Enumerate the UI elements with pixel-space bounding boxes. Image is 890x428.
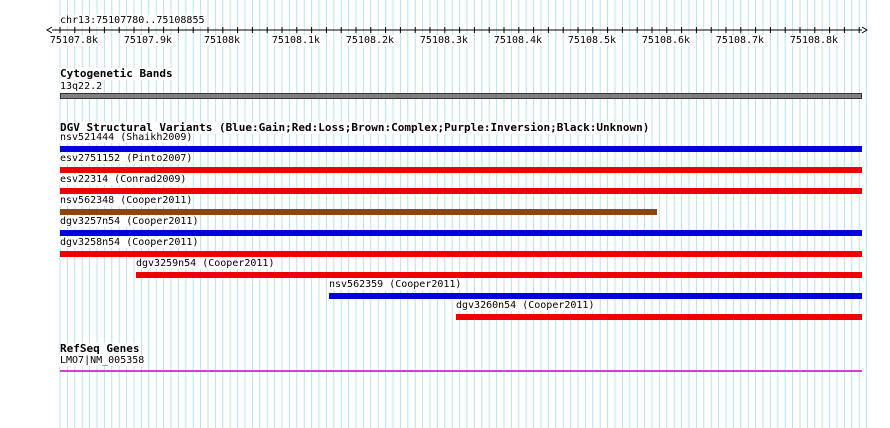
variant-label: nsv562348 (Cooper2011) [59,195,194,206]
variant-bar[interactable] [60,146,862,152]
ruler-tick-label: 75107.8k [49,35,99,46]
gene-label: LMO7|NM_005358 [59,355,146,366]
variant-label: dgv3259n54 (Cooper2011) [135,258,276,269]
ruler-right-arrow [861,26,868,34]
ruler-tick-label: 75108.2k [345,35,395,46]
variant-label: dgv3258n54 (Cooper2011) [59,237,200,248]
variant-label: nsv562359 (Cooper2011) [328,279,463,290]
ruler-tick-label: 75108.5k [567,35,617,46]
variant-label: dgv3260n54 (Cooper2011) [455,300,596,311]
cytoband-label: 13q22.2 [59,81,104,92]
ruler-tick-label: 75108.8k [789,35,839,46]
variant-bar[interactable] [329,293,862,299]
ruler-left-arrow [46,26,53,34]
variant-label: esv2751152 (Pinto2007) [59,153,194,164]
variant-label: esv22314 (Conrad2009) [59,174,188,185]
cytoband-bar[interactable] [60,93,862,99]
refseq-track-title: RefSeq Genes [60,342,140,355]
variant-bar[interactable] [456,314,862,320]
ruler-tick-label: 75107.9k [123,35,173,46]
cytoband-track-title: Cytogenetic Bands [60,67,173,80]
variant-label: dgv3257n54 (Cooper2011) [59,216,200,227]
ruler-tick-label: 75108.4k [493,35,543,46]
variant-bar[interactable] [60,251,862,257]
ruler-tick-label: 75108.1k [271,35,321,46]
variant-bar[interactable] [60,230,862,236]
variant-label: nsv521444 (Shaikh2009) [59,132,194,143]
gene-feature[interactable] [60,370,862,372]
variant-bar[interactable] [60,209,657,215]
ruler-tick-label: 75108.6k [641,35,691,46]
variant-bar[interactable] [136,272,862,278]
ruler-tick-label: 75108.3k [419,35,469,46]
ruler-tick-label: 75108.7k [715,35,765,46]
variant-bar[interactable] [60,167,862,173]
variant-bar[interactable] [60,188,862,194]
ruler-tick-label: 75108k [203,35,241,46]
